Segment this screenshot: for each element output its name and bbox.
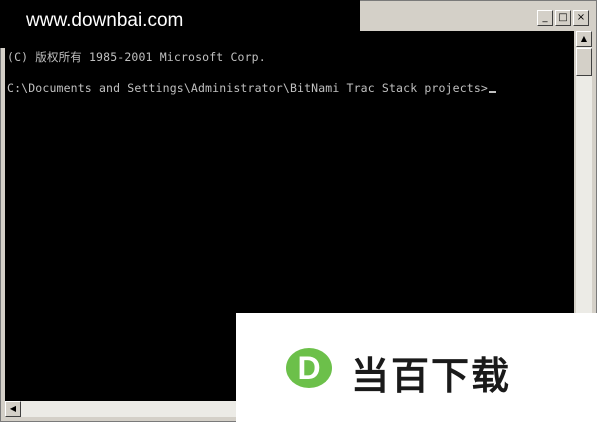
logo-letter: D xyxy=(297,350,321,386)
vertical-scroll-thumb[interactable] xyxy=(576,48,592,76)
window-controls: _ □ × xyxy=(537,10,589,26)
logo-text: 当百下载 xyxy=(351,354,512,398)
prompt-text: C:\Documents and Settings\Administrator\… xyxy=(7,81,489,95)
watermark-logo-panel: D 当百下载 xyxy=(236,313,597,422)
prompt-line: C:\Documents and Settings\Administrator\… xyxy=(7,81,497,95)
logo-icon: D xyxy=(286,348,332,388)
close-button[interactable]: × xyxy=(573,10,589,26)
copyright-line: (C) 版权所有 1985-2001 Microsoft Corp. xyxy=(7,50,266,64)
scroll-up-button[interactable]: ▲ xyxy=(576,31,592,47)
scroll-left-button[interactable]: ◀ xyxy=(5,401,21,417)
maximize-button[interactable]: □ xyxy=(555,10,571,26)
watermark-url: www.downbai.com xyxy=(26,10,184,31)
text-cursor xyxy=(489,91,497,93)
minimize-button[interactable]: _ xyxy=(537,10,553,26)
watermark-banner: www.downbai.com xyxy=(0,0,360,48)
